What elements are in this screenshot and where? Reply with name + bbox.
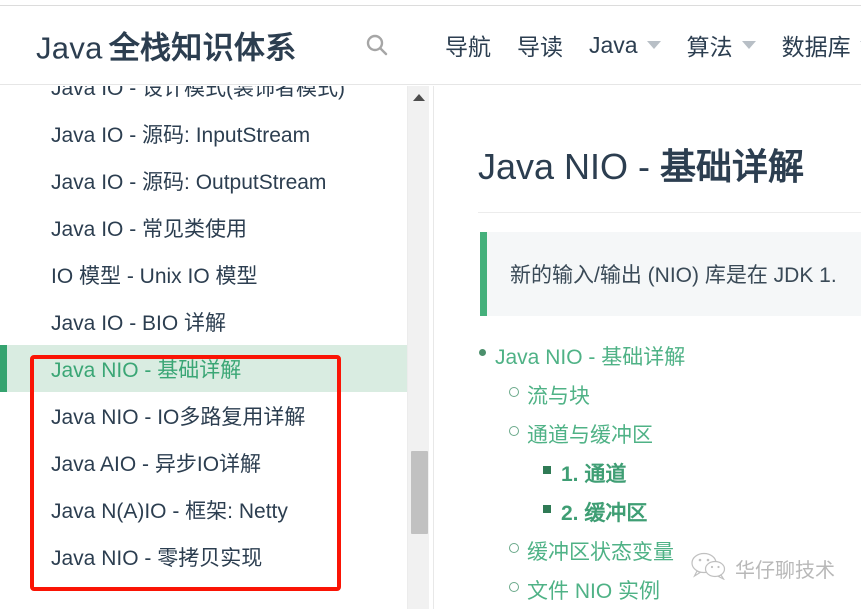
nav-item-0[interactable]: 导航 xyxy=(432,24,504,66)
toc-item-0[interactable]: Java NIO - 基础详解 xyxy=(465,341,861,380)
sidebar-item-0[interactable]: Java IO - 设计模式(装饰者模式) xyxy=(0,86,407,110)
site-header: Java 全栈知识体系 导航 导读 Java 算法 数据库 xyxy=(0,6,861,85)
sidebar-item-label: IO 模型 - Unix IO 模型 xyxy=(51,264,258,288)
sidebar-item-9[interactable]: Java N(A)IO - 框架: Netty xyxy=(0,486,407,533)
blockquote-text: 新的输入/输出 (NIO) 库是在 JDK 1. xyxy=(510,264,837,287)
page-root: Java 全栈知识体系 导航 导读 Java 算法 数据库 Java IO - … xyxy=(0,0,861,609)
chevron-down-icon xyxy=(646,41,661,49)
square-bullet-icon xyxy=(543,500,561,516)
brand-latin-text: Java xyxy=(36,30,103,66)
sidebar-list: Java IO - 设计模式(装饰者模式) Java IO - 源码: Inpu… xyxy=(0,86,407,580)
square-bullet-icon xyxy=(543,461,561,477)
toc-link[interactable]: 缓冲区状态变量 xyxy=(527,536,674,566)
page-title-cjk: 基础详解 xyxy=(660,146,805,187)
sidebar-item-label: Java IO - 源码: OutputStream xyxy=(51,170,327,194)
sidebar-item-label: Java IO - BIO 详解 xyxy=(51,311,227,335)
sidebar-item-label: Java AIO - 异步IO详解 xyxy=(51,452,262,476)
nav-item-label: 导航 xyxy=(445,34,491,60)
sidebar-item-5[interactable]: Java IO - BIO 详解 xyxy=(0,298,407,345)
sidebar-item-10[interactable]: Java NIO - 零拷贝实现 xyxy=(0,533,407,580)
chevron-down-icon xyxy=(741,41,756,49)
page-title-latin: Java NIO - xyxy=(478,146,661,187)
sidebar-item-label: Java IO - 常见类使用 xyxy=(51,217,248,241)
sidebar-item-label: Java NIO - 基础详解 xyxy=(51,358,242,382)
sidebar-scrollbar-track[interactable] xyxy=(407,86,429,609)
circle-bullet-icon xyxy=(509,422,527,438)
toc-link[interactable]: 文件 NIO 实例 xyxy=(527,575,660,605)
sidebar: Java IO - 设计模式(装饰者模式) Java IO - 源码: Inpu… xyxy=(0,86,434,609)
toc-item-4[interactable]: 2. 缓冲区 xyxy=(465,497,861,536)
nav-item-label: 数据库 xyxy=(781,34,851,60)
main-content: Java NIO - 基础详解 新的输入/输出 (NIO) 库是在 JDK 1.… xyxy=(435,86,861,609)
scrollbar-up-button[interactable] xyxy=(408,86,430,108)
site-brand[interactable]: Java 全栈知识体系 xyxy=(36,23,297,68)
main-nav: 导航 导读 Java 算法 数据库 xyxy=(432,24,861,66)
sidebar-item-7[interactable]: Java NIO - IO多路复用详解 xyxy=(0,392,407,439)
search-button[interactable] xyxy=(360,28,394,62)
nav-item-2[interactable]: Java xyxy=(576,28,674,63)
toc-item-5[interactable]: 缓冲区状态变量 xyxy=(465,536,861,575)
sidebar-item-4[interactable]: IO 模型 - Unix IO 模型 xyxy=(0,251,407,298)
toc-link[interactable]: 1. 通道 xyxy=(561,458,626,488)
sidebar-item-8[interactable]: Java AIO - 异步IO详解 xyxy=(0,439,407,486)
sidebar-item-active[interactable]: Java NIO - 基础详解 xyxy=(0,345,407,392)
toc-link[interactable]: 通道与缓冲区 xyxy=(527,419,653,449)
nav-item-label: Java xyxy=(589,31,638,58)
sidebar-item-1[interactable]: Java IO - 源码: InputStream xyxy=(0,110,407,157)
chevron-up-icon xyxy=(413,93,425,101)
nav-item-3[interactable]: 算法 xyxy=(674,24,769,66)
sidebar-item-label: Java IO - 设计模式(装饰者模式) xyxy=(51,86,346,100)
nav-item-label: 导读 xyxy=(517,34,563,60)
sidebar-item-label: Java NIO - 零拷贝实现 xyxy=(51,546,263,570)
sidebar-item-label: Java N(A)IO - 框架: Netty xyxy=(51,499,288,523)
sidebar-item-label: Java NIO - IO多路复用详解 xyxy=(51,405,306,429)
nav-item-label: 算法 xyxy=(686,34,733,60)
nav-item-4[interactable]: 数据库 xyxy=(769,24,861,66)
sidebar-item-label: Java IO - 源码: InputStream xyxy=(51,123,311,147)
toc-item-3[interactable]: 1. 通道 xyxy=(465,458,861,497)
nav-item-1[interactable]: 导读 xyxy=(504,24,576,66)
toc-item-1[interactable]: 流与块 xyxy=(465,380,861,419)
toc-link[interactable]: 2. 缓冲区 xyxy=(561,497,647,527)
toc-link[interactable]: 流与块 xyxy=(527,380,590,410)
scrollbar-thumb[interactable] xyxy=(411,451,428,534)
circle-bullet-icon xyxy=(509,578,527,594)
toc-link[interactable]: Java NIO - 基础详解 xyxy=(495,341,685,371)
brand-cjk-text: 全栈知识体系 xyxy=(108,30,297,66)
sidebar-item-2[interactable]: Java IO - 源码: OutputStream xyxy=(0,157,407,204)
toc-item-2[interactable]: 通道与缓冲区 xyxy=(465,419,861,458)
title-divider xyxy=(478,212,861,213)
search-icon xyxy=(364,32,390,58)
intro-blockquote: 新的输入/输出 (NIO) 库是在 JDK 1. xyxy=(480,232,861,316)
sidebar-item-3[interactable]: Java IO - 常见类使用 xyxy=(0,204,407,251)
toc-item-6[interactable]: 文件 NIO 实例 xyxy=(465,575,861,609)
circle-bullet-icon xyxy=(509,383,527,399)
page-title: Java NIO - 基础详解 xyxy=(478,138,804,190)
table-of-contents: Java NIO - 基础详解 流与块 通道与缓冲区 1. 通道 2. 缓冲区 … xyxy=(465,341,861,609)
circle-bullet-icon xyxy=(509,539,527,555)
disc-bullet-icon xyxy=(479,344,495,360)
